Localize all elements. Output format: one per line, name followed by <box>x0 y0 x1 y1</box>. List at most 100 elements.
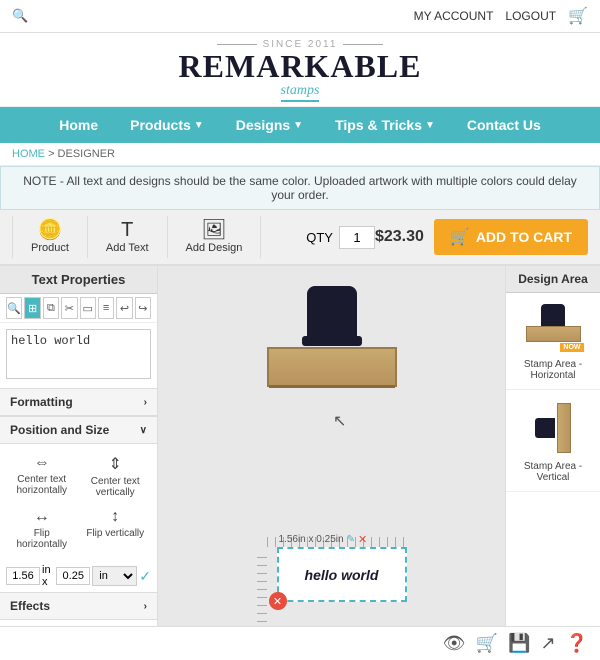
product-icon: 🪙 <box>38 220 63 240</box>
flip-h-label: Fliphorizontally <box>16 528 67 550</box>
unit-select[interactable]: in mm <box>92 566 137 586</box>
stamp-base <box>269 385 395 388</box>
stamp-preview <box>267 286 397 387</box>
text-icon: T <box>121 220 133 240</box>
design-icon: 🖼 <box>201 220 226 240</box>
preview-icon[interactable]: 👁 <box>443 633 466 654</box>
height-input[interactable] <box>56 567 90 585</box>
thumb-v-handle <box>535 418 555 438</box>
size-row: in x in mm ✓ <box>0 560 157 592</box>
grid-btn[interactable]: ⊞ <box>24 297 40 319</box>
effects-section[interactable]: Effects › <box>0 592 157 620</box>
thumb-handle-h <box>541 304 565 326</box>
center-h-btn[interactable]: ⇔ Center texthorizontally <box>6 450 78 502</box>
main-nav: Home Products ▼ Designs ▼ Tips & Tricks … <box>0 107 600 143</box>
product-label: Product <box>31 242 69 254</box>
flip-h-icon: ↔ <box>34 508 50 526</box>
product-tool-btn[interactable]: 🪙 Product <box>12 216 88 258</box>
stamp-handle <box>307 286 357 341</box>
center-h-label: Center texthorizontally <box>16 474 67 496</box>
my-account-link[interactable]: MY ACCOUNT <box>414 9 494 23</box>
design-size-label: 1.56in x 0.25in ✎ ✕ <box>279 533 368 546</box>
nav-contact[interactable]: Contact Us <box>451 107 557 143</box>
cart-bottom-icon[interactable]: 🛒 <box>476 633 498 654</box>
stamp-h-label: Stamp Area -Horizontal <box>524 359 582 381</box>
note-text: NOTE - All text and designs should be th… <box>23 174 577 202</box>
logo-main: REMARKABLE <box>0 50 600 82</box>
redo-btn[interactable]: ↪ <box>135 297 151 319</box>
flip-v-btn[interactable]: ↕ Flip vertically <box>80 504 152 554</box>
thumb-badge: NOW <box>560 343 583 352</box>
help-icon[interactable]: ❓ <box>566 633 588 654</box>
formatting-section[interactable]: Formatting › <box>0 388 157 416</box>
formatting-arrow-icon: › <box>144 397 147 408</box>
ruler-vertical <box>257 557 267 622</box>
layers-btn[interactable]: ≡ <box>98 297 114 319</box>
products-arrow-icon: ▼ <box>194 120 204 131</box>
center-h-icon: ⇔ <box>34 454 50 472</box>
stamp-option-vertical[interactable]: Stamp Area -Vertical <box>506 390 600 492</box>
cart-icon[interactable]: 🛒 <box>568 6 588 26</box>
cart-btn-icon: 🛒 <box>450 227 470 247</box>
add-text-tool-btn[interactable]: T Add Text <box>88 216 168 258</box>
right-panel: Design Area NOW Stamp Area -Horizontal S… <box>505 266 600 626</box>
qty-label: QTY <box>306 230 333 245</box>
search-area[interactable]: 🔍 <box>12 8 28 24</box>
account-area: MY ACCOUNT LOGOUT 🛒 <box>414 6 588 26</box>
formatting-label: Formatting <box>10 395 73 409</box>
nav-designs[interactable]: Designs ▼ <box>220 107 319 143</box>
stamp-thumb-horizontal: NOW <box>521 301 586 356</box>
nav-tips[interactable]: Tips & Tricks ▼ <box>319 107 451 143</box>
bottom-bar: 👁 🛒 💾 ↗ ❓ <box>0 626 600 660</box>
undo-btn[interactable]: ↩ <box>116 297 132 319</box>
logout-link[interactable]: LOGOUT <box>505 9 556 23</box>
width-input[interactable] <box>6 567 40 585</box>
nav-home[interactable]: Home <box>43 107 114 143</box>
frame-btn[interactable]: ▭ <box>80 297 96 319</box>
position-arrow-icon: ∨ <box>140 425 147 436</box>
text-input[interactable]: hello world <box>6 329 151 379</box>
right-panel-title: Design Area <box>506 266 600 293</box>
duplicate-btn[interactable]: ⧉ <box>43 297 59 319</box>
center-v-icon: ⇕ <box>109 454 122 474</box>
position-size-section[interactable]: Position and Size ∨ <box>0 416 157 444</box>
note-bar: NOTE - All text and designs should be th… <box>0 166 600 210</box>
effects-arrow-icon: › <box>144 601 147 612</box>
main-content: Text Properties 🔍 ⊞ ⧉ ✂ ▭ ≡ ↩ ↪ hello wo… <box>0 266 600 626</box>
cut-btn[interactable]: ✂ <box>61 297 77 319</box>
position-size-label: Position and Size <box>10 423 109 437</box>
add-to-cart-label: ADD TO CART <box>476 229 572 245</box>
flip-v-icon: ↕ <box>111 508 119 526</box>
add-design-tool-btn[interactable]: 🖼 Add Design <box>168 216 262 258</box>
panel-toolbar: 🔍 ⊞ ⧉ ✂ ▭ ≡ ↩ ↪ <box>0 294 157 323</box>
tips-arrow-icon: ▼ <box>425 120 435 131</box>
designs-arrow-icon: ▼ <box>293 120 303 131</box>
zoom-in-btn[interactable]: 🔍 <box>6 297 22 319</box>
thumb-v-body <box>557 403 571 453</box>
size-confirm-btn[interactable]: ✓ <box>139 568 151 585</box>
breadcrumb-current: DESIGNER <box>58 148 115 160</box>
center-v-btn[interactable]: ⇕ Center textvertically <box>80 450 152 502</box>
qty-input[interactable] <box>339 226 375 249</box>
cursor-arrow: ↖ <box>333 411 346 431</box>
logo-sub: stamps <box>281 83 320 102</box>
flip-h-btn[interactable]: ↔ Fliphorizontally <box>6 504 78 554</box>
effects-label: Effects <box>10 599 50 613</box>
close-preview-icon[interactable]: ✕ <box>358 533 367 546</box>
breadcrumb-home[interactable]: HOME <box>12 148 45 160</box>
nav-products[interactable]: Products ▼ <box>114 107 220 143</box>
left-panel-title: Text Properties <box>0 266 157 294</box>
breadcrumb-separator: > <box>48 148 57 160</box>
stamp-thumb-vertical <box>521 398 586 458</box>
stamp-option-horizontal[interactable]: NOW Stamp Area -Horizontal <box>506 293 600 390</box>
save-bottom-icon[interactable]: 💾 <box>508 633 530 654</box>
delete-element-btn[interactable]: ✕ <box>269 592 287 610</box>
search-icon[interactable]: 🔍 <box>12 8 28 23</box>
size-unit-x: in x <box>42 564 54 588</box>
toolbar: 🪙 Product T Add Text 🖼 Add Design QTY $2… <box>0 210 600 266</box>
add-to-cart-button[interactable]: 🛒 ADD TO CART <box>434 219 588 255</box>
edit-size-icon[interactable]: ✎ <box>347 534 355 545</box>
share-icon[interactable]: ↗ <box>540 633 555 654</box>
top-bar: 🔍 MY ACCOUNT LOGOUT 🛒 <box>0 0 600 33</box>
left-panel: Text Properties 🔍 ⊞ ⧉ ✂ ▭ ≡ ↩ ↪ hello wo… <box>0 266 158 626</box>
